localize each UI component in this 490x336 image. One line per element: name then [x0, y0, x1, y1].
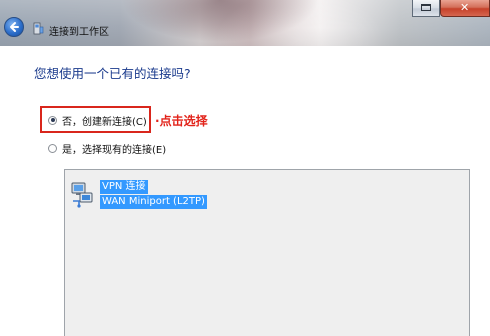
connection-list[interactable]: VPN 连接 WAN Miniport (L2TP)	[64, 169, 470, 336]
radio-button[interactable]	[48, 143, 57, 153]
close-icon: ✕	[460, 1, 470, 14]
wizard-title: 连接到工作区	[49, 27, 109, 38]
back-arrow-icon	[10, 22, 19, 32]
connection-type: WAN Miniport (L2TP)	[100, 195, 207, 209]
option-label: 否，创建新连接(C)	[62, 116, 147, 128]
close-button[interactable]: ✕	[440, 0, 490, 17]
workplace-connection-icon	[33, 22, 44, 35]
option-use-existing-connection[interactable]: 是，选择现有的连接(E)	[48, 140, 166, 156]
window-title-bar: ✕ 连接到工作区	[0, 0, 490, 46]
page-heading: 您想使用一个已有的连接吗?	[34, 66, 191, 81]
option-create-new-connection[interactable]: 否，创建新连接(C)	[48, 112, 147, 128]
maximize-icon	[421, 4, 431, 11]
back-button[interactable]	[4, 17, 24, 37]
list-item[interactable]: VPN 连接 WAN Miniport (L2TP)	[69, 178, 209, 214]
connection-name: VPN 连接	[100, 180, 148, 194]
network-connection-icon	[71, 182, 93, 208]
option-label: 是，选择现有的连接(E)	[62, 144, 167, 156]
annotation-click-to-select: ·点击选择	[155, 112, 208, 129]
radio-button-selected[interactable]	[48, 115, 57, 125]
maximize-button[interactable]	[412, 0, 440, 17]
annotation-text: 点击选择	[159, 114, 208, 128]
